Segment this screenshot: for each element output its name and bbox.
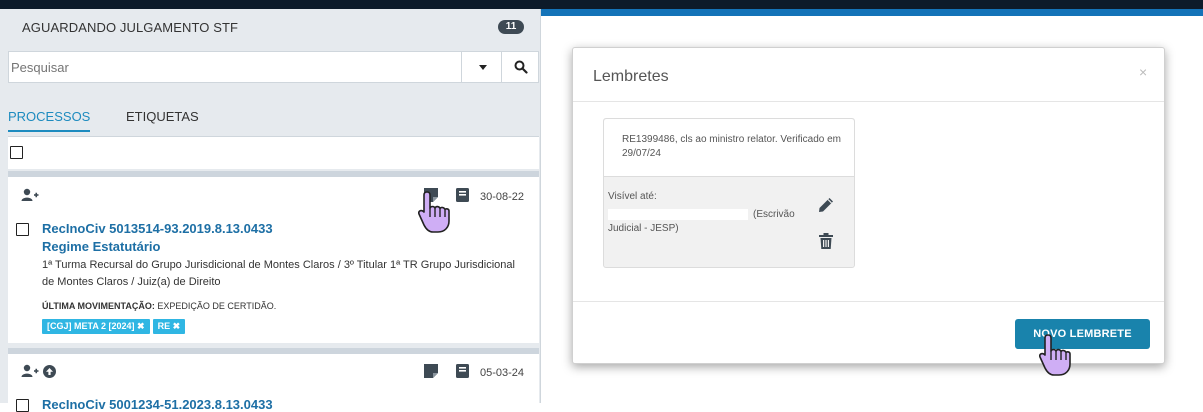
- book-icon[interactable]: [456, 364, 470, 378]
- caret-down-icon: [479, 65, 487, 70]
- process-number-link[interactable]: RecInoCiv 5001234-51.2023.8.13.0433: [42, 397, 273, 412]
- book-icon[interactable]: [456, 188, 470, 202]
- modal-footer-divider: [573, 301, 1164, 302]
- queue-title: AGUARDANDO JULGAMENTO STF: [22, 20, 239, 35]
- last-movement-value: EXPEDIÇÃO DE CERTIDÃO.: [157, 301, 277, 311]
- hand-pointer-cursor-icon: [1039, 334, 1071, 376]
- select-all-checkbox[interactable]: [10, 146, 23, 159]
- search-input[interactable]: [9, 52, 461, 82]
- hand-pointer-cursor-icon: [418, 191, 450, 233]
- tab-etiquetas[interactable]: ETIQUETAS: [126, 109, 199, 124]
- reminder-role: (Escrivão: [753, 209, 795, 220]
- redacted-field: [608, 209, 748, 220]
- search-icon: [514, 60, 528, 74]
- process-subject: Regime Estatutário: [42, 239, 161, 254]
- process-list-panel: AGUARDANDO JULGAMENTO STF 11 PROCESSOS E…: [0, 9, 541, 412]
- process-checkbox[interactable]: [16, 399, 29, 412]
- pencil-icon[interactable]: [818, 197, 834, 213]
- reminder-text: RE1399486, cls ao ministro relator. Veri…: [622, 134, 841, 159]
- last-movement: ÚLTIMA MOVIMENTAÇÃO: EXPEDIÇÃO DE CERTID…: [42, 301, 276, 311]
- process-card: 05-03-24 RecInoCiv 5001234-51.2023.8.13.…: [8, 348, 539, 412]
- new-reminder-button[interactable]: NOVO LEMBRETE: [1015, 319, 1150, 349]
- queue-count-badge: 11: [498, 20, 524, 34]
- reminder-card: RE1399486, cls ao ministro relator. Veri…: [603, 118, 855, 268]
- reminder-body: RE1399486, cls ao ministro relator. Veri…: [604, 119, 854, 177]
- upload-circle-icon[interactable]: [43, 365, 56, 378]
- tab-processos[interactable]: PROCESSOS: [8, 109, 91, 132]
- top-bar-dark-strip: [0, 0, 1203, 9]
- process-description: 1ª Turma Recursal do Grupo Jurisdicional…: [42, 259, 515, 288]
- trash-icon[interactable]: [819, 233, 833, 249]
- select-all-row: [8, 137, 539, 169]
- process-checkbox[interactable]: [16, 223, 29, 236]
- tag-label: [CGJ] META 2 [2024]: [47, 321, 135, 331]
- process-card: 30-08-22 RecInoCiv 5013514-93.2019.8.13.…: [8, 171, 539, 343]
- modal-title: Lembretes: [593, 68, 669, 85]
- process-number-link[interactable]: RecInoCiv 5013514-93.2019.8.13.0433: [42, 221, 273, 236]
- tag-label: RE: [157, 321, 171, 331]
- process-date: 05-03-24: [480, 367, 525, 379]
- modal-divider: [573, 101, 1164, 102]
- assign-user-icon[interactable]: [21, 188, 39, 202]
- assign-user-icon[interactable]: [21, 364, 39, 378]
- tag-chip[interactable]: RE ✖: [152, 319, 186, 334]
- last-movement-label: ÚLTIMA MOVIMENTAÇÃO:: [42, 301, 155, 311]
- tag-remove-icon[interactable]: ✖: [137, 321, 145, 331]
- search-filter-dropdown[interactable]: [461, 52, 501, 82]
- list-tabs: PROCESSOS ETIQUETAS: [8, 105, 539, 137]
- sticky-note-icon[interactable]: [424, 364, 438, 378]
- top-bar-blue-strip: [541, 9, 1203, 16]
- tag-chip[interactable]: [CGJ] META 2 [2024] ✖: [42, 319, 150, 334]
- close-icon[interactable]: ×: [1139, 64, 1147, 80]
- process-tags: [CGJ] META 2 [2024] ✖ RE ✖: [42, 316, 188, 334]
- search-bar: [8, 51, 539, 83]
- search-button[interactable]: [501, 52, 539, 82]
- reminder-visible-until-label: Visível até:: [608, 191, 657, 202]
- reminders-modal: Lembretes × RE1399486, cls ao ministro r…: [572, 47, 1165, 376]
- reminder-role-cont: Judicial - JESP): [608, 223, 679, 234]
- tag-remove-icon[interactable]: ✖: [173, 321, 181, 331]
- process-date: 30-08-22: [480, 191, 525, 203]
